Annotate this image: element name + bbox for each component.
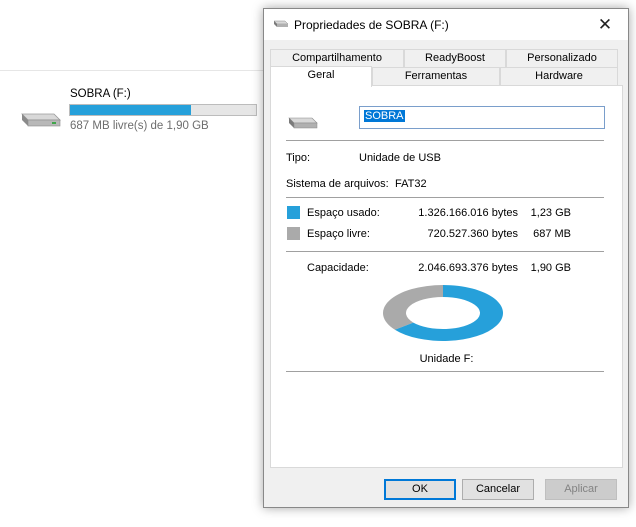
used-space-label: Espaço usado: — [307, 207, 380, 219]
drive-free-text: 687 MB livre(s) de 1,90 GB — [70, 120, 209, 132]
drive-letter-label: Unidade F: — [419, 353, 474, 365]
divider — [286, 371, 604, 372]
used-space-size: 1,23 GB — [530, 207, 571, 219]
usb-drive-icon — [18, 106, 62, 131]
usb-drive-icon — [287, 114, 319, 133]
dialog-title: Propriedades de SOBRA (F:) — [294, 18, 449, 32]
free-space-bytes: 720.527.360 bytes — [427, 228, 518, 240]
filesystem-value: FAT32 — [395, 178, 427, 190]
divider — [286, 140, 604, 141]
free-space-size: 687 MB — [533, 228, 571, 240]
ok-button[interactable]: OK — [384, 479, 456, 500]
tab-hardware[interactable]: Hardware — [500, 67, 618, 86]
drive-usage-fill — [70, 105, 191, 115]
usage-donut-chart — [383, 285, 503, 341]
title-bar[interactable]: Propriedades de SOBRA (F:) ✕ — [264, 9, 628, 40]
tab-ferramentas[interactable]: Ferramentas — [372, 67, 500, 86]
usb-drive-icon — [273, 19, 289, 32]
used-space-swatch — [287, 206, 300, 219]
close-icon[interactable]: ✕ — [582, 9, 628, 40]
capacity-label: Capacidade: — [307, 262, 369, 274]
type-label: Tipo: — [286, 152, 311, 164]
capacity-size: 1,90 GB — [530, 262, 571, 274]
divider — [286, 197, 604, 198]
tab-panel-geral: SOBRA Tipo: Unidade de USB Sistema de ar… — [270, 85, 623, 468]
drive-name: SOBRA (F:) — [70, 88, 131, 100]
volume-name-input[interactable]: SOBRA — [359, 106, 605, 129]
apply-button[interactable]: Aplicar — [545, 479, 617, 500]
tab-readyboost[interactable]: ReadyBoost — [404, 49, 506, 68]
explorer-divider — [0, 70, 264, 71]
divider — [286, 251, 604, 252]
tab-geral[interactable]: Geral — [270, 66, 372, 87]
free-space-label: Espaço livre: — [307, 228, 370, 240]
drive-usage-bar — [69, 104, 257, 116]
volume-name-text: SOBRA — [364, 110, 405, 122]
tab-personalizado[interactable]: Personalizado — [506, 49, 618, 68]
cancel-button[interactable]: Cancelar — [462, 479, 534, 500]
type-value: Unidade de USB — [359, 152, 441, 164]
properties-dialog: Propriedades de SOBRA (F:) ✕ Compartilha… — [263, 8, 629, 508]
capacity-bytes: 2.046.693.376 bytes — [418, 262, 518, 274]
used-space-bytes: 1.326.166.016 bytes — [418, 207, 518, 219]
filesystem-label: Sistema de arquivos: — [286, 178, 389, 190]
drive-tile-sobra[interactable]: SOBRA (F:) 687 MB livre(s) de 1,90 GB — [16, 86, 262, 136]
free-space-swatch — [287, 227, 300, 240]
